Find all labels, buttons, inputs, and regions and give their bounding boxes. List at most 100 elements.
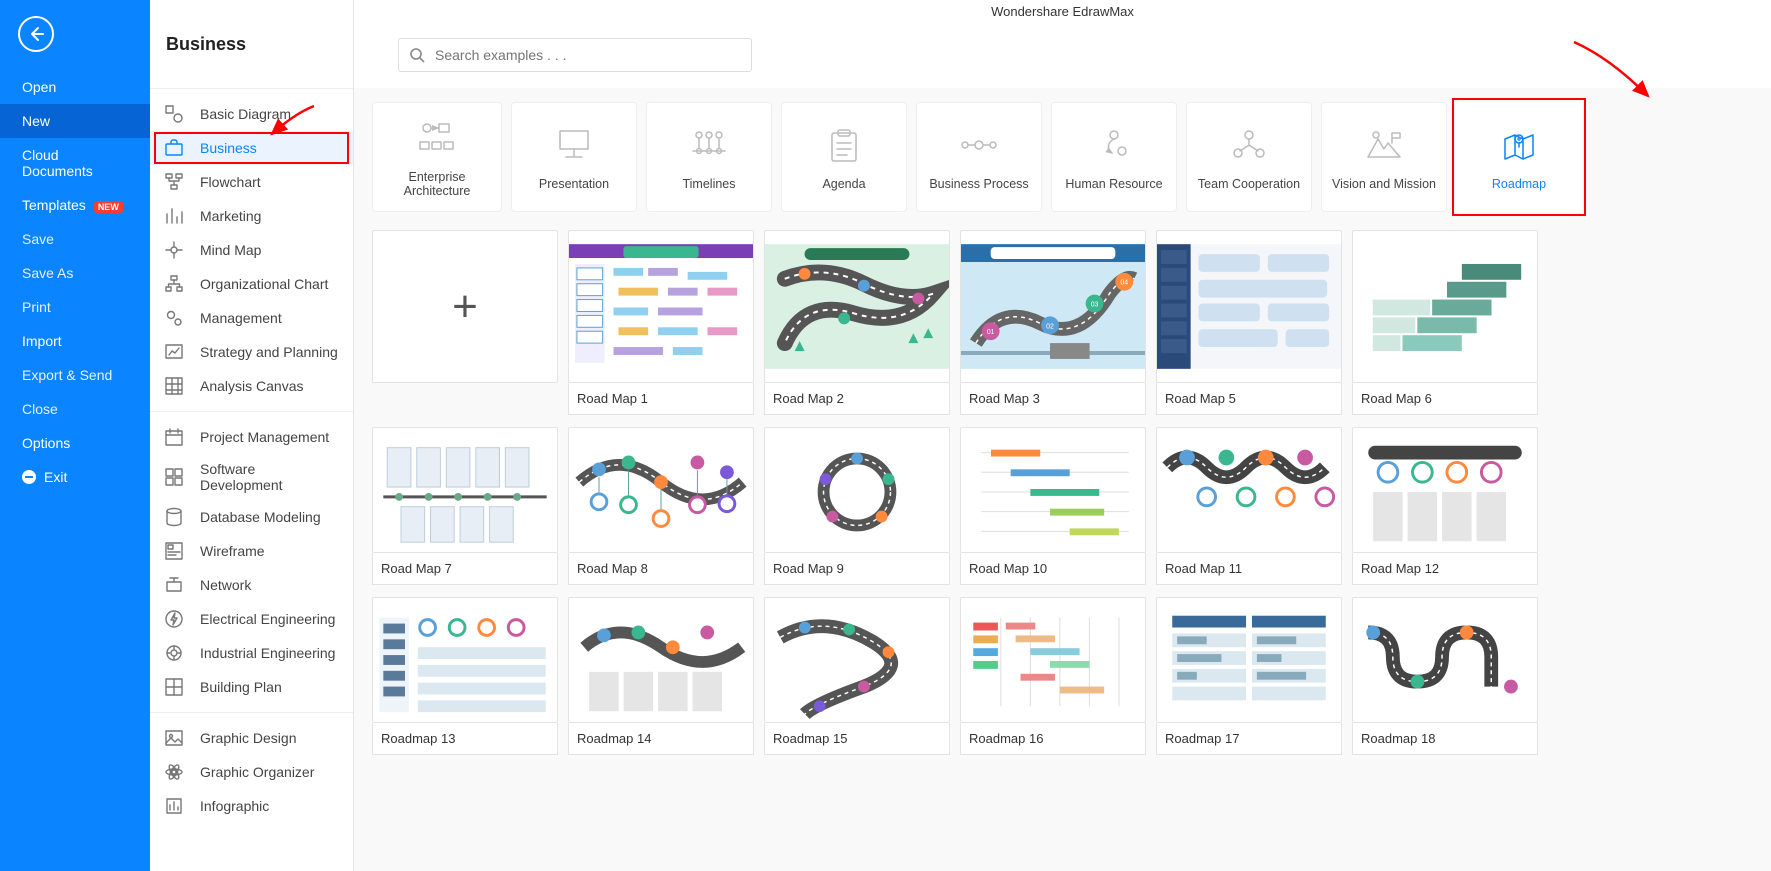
tile-human-resource[interactable]: Human Resource bbox=[1051, 102, 1177, 212]
category-network[interactable]: Network bbox=[150, 568, 353, 602]
template-title: Roadmap 14 bbox=[568, 723, 754, 755]
category-basic-diagram[interactable]: Basic Diagram bbox=[150, 97, 353, 131]
search-input-wrapper[interactable] bbox=[398, 38, 752, 72]
ind-icon bbox=[164, 643, 184, 663]
template-card[interactable]: Road Map 2 bbox=[764, 230, 950, 415]
svg-text:02: 02 bbox=[1046, 323, 1054, 330]
bars-icon bbox=[164, 206, 184, 226]
template-card[interactable]: Roadmap 14 bbox=[568, 597, 754, 755]
template-thumbnail bbox=[1156, 230, 1342, 383]
category-software-development[interactable]: Software Development bbox=[150, 454, 353, 500]
tile-vision-and-mission[interactable]: Vision and Mission bbox=[1321, 102, 1447, 212]
search-input[interactable] bbox=[435, 47, 741, 63]
category-graphic-organizer[interactable]: Graphic Organizer bbox=[150, 755, 353, 789]
timeline-icon bbox=[687, 123, 731, 167]
ea-icon bbox=[415, 116, 459, 160]
template-card[interactable]: Roadmap 18 bbox=[1352, 597, 1538, 755]
category-label: Graphic Organizer bbox=[200, 764, 314, 780]
screen-icon bbox=[552, 123, 596, 167]
category-label: Software Development bbox=[200, 461, 339, 493]
template-card[interactable]: Road Map 7 bbox=[372, 427, 558, 585]
category-label: Business bbox=[200, 140, 257, 156]
category-flowchart[interactable]: Flowchart bbox=[150, 165, 353, 199]
category-building-plan[interactable]: Building Plan bbox=[150, 670, 353, 704]
template-card[interactable]: Road Map 12 bbox=[1352, 427, 1538, 585]
mind-icon bbox=[164, 240, 184, 260]
template-card[interactable]: Roadmap 16 bbox=[960, 597, 1146, 755]
category-label: Project Management bbox=[200, 429, 329, 445]
nav-item-import[interactable]: Import bbox=[0, 324, 150, 358]
tile-timelines[interactable]: Timelines bbox=[646, 102, 772, 212]
people-icon bbox=[1092, 123, 1136, 167]
template-card[interactable]: Road Map 9 bbox=[764, 427, 950, 585]
nav-item-print[interactable]: Print bbox=[0, 290, 150, 324]
category-organizational-chart[interactable]: Organizational Chart bbox=[150, 267, 353, 301]
template-card[interactable]: 01020304Road Map 3 bbox=[960, 230, 1146, 415]
template-card[interactable]: Road Map 1 bbox=[568, 230, 754, 415]
boxes-icon bbox=[164, 467, 184, 487]
tile-team-cooperation[interactable]: Team Cooperation bbox=[1186, 102, 1312, 212]
tile-enterprise-architecture[interactable]: Enterprise Architecture bbox=[372, 102, 502, 212]
nav-item-options[interactable]: Options bbox=[0, 426, 150, 460]
template-thumbnail bbox=[372, 427, 558, 553]
category-wireframe[interactable]: Wireframe bbox=[150, 534, 353, 568]
template-card[interactable]: Roadmap 13 bbox=[372, 597, 558, 755]
svg-text:03: 03 bbox=[1091, 302, 1099, 309]
template-grid: +Road Map 1Road Map 201020304Road Map 3R… bbox=[372, 230, 1753, 755]
map-icon bbox=[1497, 123, 1541, 167]
template-title: Roadmap 16 bbox=[960, 723, 1146, 755]
nav-item-cloud-documents[interactable]: Cloud Documents bbox=[0, 138, 150, 188]
nav-item-new[interactable]: New bbox=[0, 104, 150, 138]
nav-item-templates[interactable]: TemplatesNEW bbox=[0, 188, 150, 222]
category-project-management[interactable]: Project Management bbox=[150, 420, 353, 454]
template-title: Road Map 5 bbox=[1156, 383, 1342, 415]
template-card[interactable]: Road Map 5 bbox=[1156, 230, 1342, 415]
nav-item-open[interactable]: Open bbox=[0, 70, 150, 104]
template-card[interactable]: Road Map 8 bbox=[568, 427, 754, 585]
back-button[interactable] bbox=[18, 16, 54, 52]
template-thumbnail bbox=[1156, 427, 1342, 553]
category-business[interactable]: Business bbox=[150, 131, 353, 165]
template-card[interactable]: Road Map 11 bbox=[1156, 427, 1342, 585]
clip-icon bbox=[822, 123, 866, 167]
category-management[interactable]: Management bbox=[150, 301, 353, 335]
nav-item-save[interactable]: Save bbox=[0, 222, 150, 256]
template-title: Road Map 10 bbox=[960, 553, 1146, 585]
template-card[interactable]: Road Map 10 bbox=[960, 427, 1146, 585]
tile-agenda[interactable]: Agenda bbox=[781, 102, 907, 212]
nav-item-save-as[interactable]: Save As bbox=[0, 256, 150, 290]
team-icon bbox=[1227, 123, 1271, 167]
category-strategy-and-planning[interactable]: Strategy and Planning bbox=[150, 335, 353, 369]
shapes-icon bbox=[164, 104, 184, 124]
template-thumbnail bbox=[960, 597, 1146, 723]
tile-presentation[interactable]: Presentation bbox=[511, 102, 637, 212]
template-card[interactable]: Roadmap 15 bbox=[764, 597, 950, 755]
nav-item-export-&-send[interactable]: Export & Send bbox=[0, 358, 150, 392]
category-infographic[interactable]: Infographic bbox=[150, 789, 353, 823]
template-card[interactable]: Road Map 6 bbox=[1352, 230, 1538, 415]
template-title: Road Map 11 bbox=[1156, 553, 1342, 585]
category-database-modeling[interactable]: Database Modeling bbox=[150, 500, 353, 534]
bolt-icon bbox=[164, 609, 184, 629]
category-label: Analysis Canvas bbox=[200, 378, 304, 394]
category-mind-map[interactable]: Mind Map bbox=[150, 233, 353, 267]
left-nav: OpenNewCloud DocumentsTemplatesNEWSaveSa… bbox=[0, 0, 150, 871]
nav-item-exit[interactable]: Exit bbox=[0, 460, 150, 494]
category-electrical-engineering[interactable]: Electrical Engineering bbox=[150, 602, 353, 636]
template-blank[interactable]: + bbox=[372, 230, 558, 415]
tile-label: Team Cooperation bbox=[1198, 177, 1300, 191]
sidebar-heading: Business bbox=[150, 0, 353, 88]
tile-roadmap[interactable]: Roadmap bbox=[1456, 102, 1582, 212]
template-thumbnail bbox=[764, 230, 950, 383]
svg-text:04: 04 bbox=[1120, 280, 1128, 287]
plus-icon: + bbox=[452, 282, 478, 332]
category-industrial-engineering[interactable]: Industrial Engineering bbox=[150, 636, 353, 670]
category-graphic-design[interactable]: Graphic Design bbox=[150, 721, 353, 755]
template-card[interactable]: Roadmap 17 bbox=[1156, 597, 1342, 755]
category-analysis-canvas[interactable]: Analysis Canvas bbox=[150, 369, 353, 403]
category-sidebar: Business Basic DiagramBusinessFlowchartM… bbox=[150, 0, 354, 871]
tile-business-process[interactable]: Business Process bbox=[916, 102, 1042, 212]
nav-item-close[interactable]: Close bbox=[0, 392, 150, 426]
category-marketing[interactable]: Marketing bbox=[150, 199, 353, 233]
template-thumbnail bbox=[960, 427, 1146, 553]
